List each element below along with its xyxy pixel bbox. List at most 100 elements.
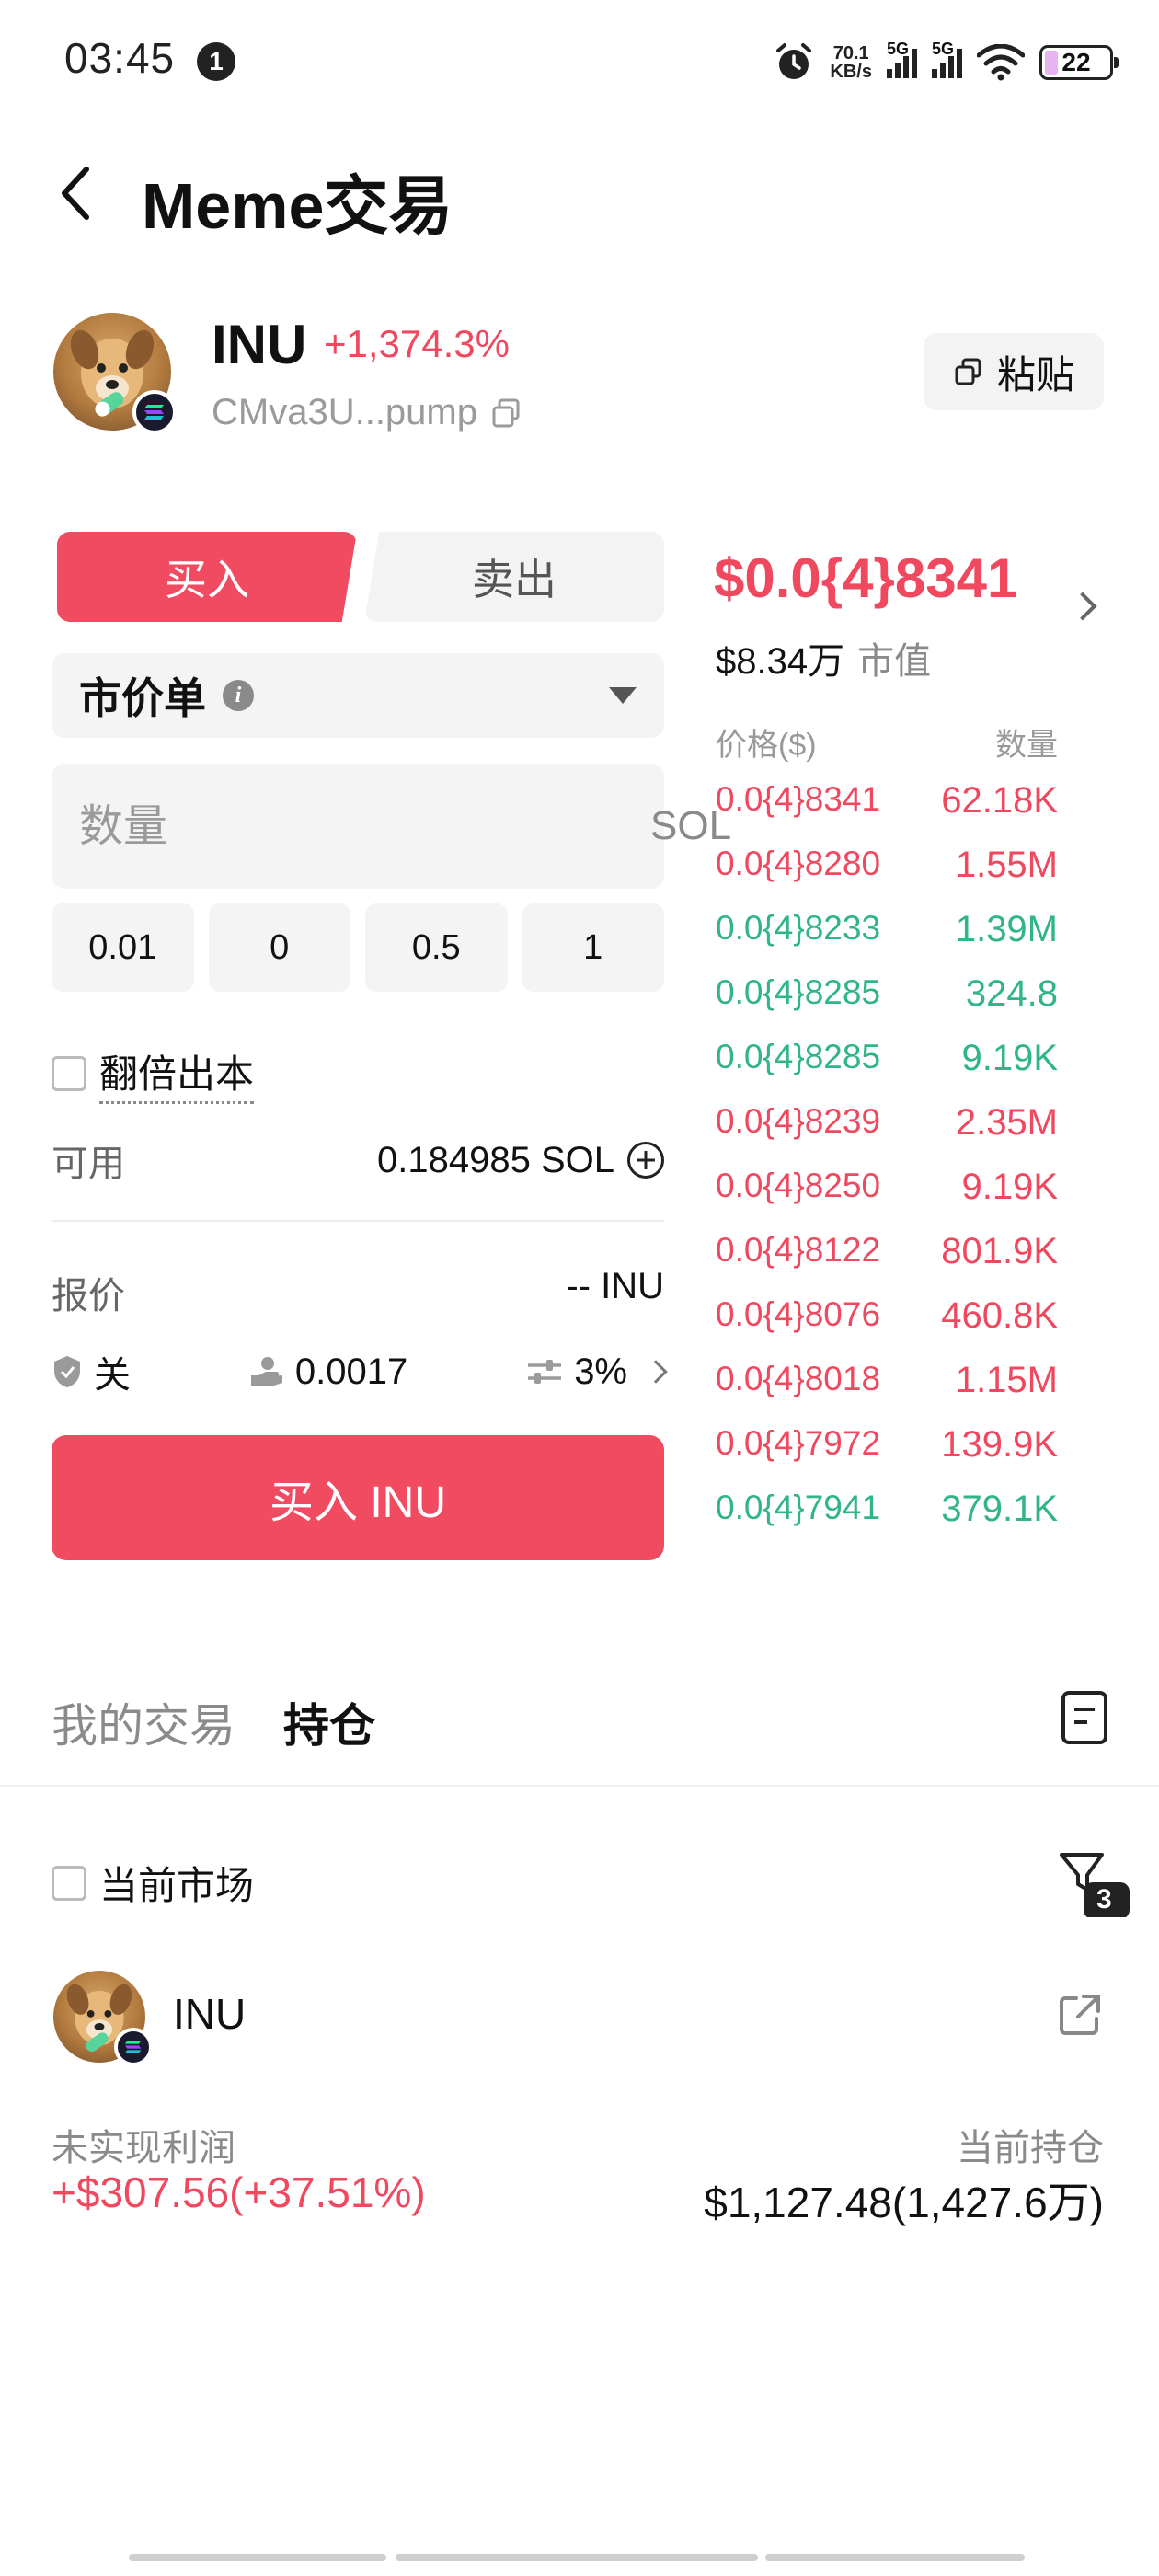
solana-badge-icon bbox=[132, 390, 177, 434]
order-book-qty-header: 数量 bbox=[995, 728, 1058, 763]
mev-protection[interactable]: 关 bbox=[52, 1345, 131, 1398]
tab-positions[interactable]: 持仓 bbox=[283, 1689, 375, 1755]
order-book-row[interactable]: 0.0{4}8341 62.18K bbox=[716, 780, 1058, 845]
order-book-row[interactable]: 0.0{4}8239 2.35M bbox=[716, 1102, 1058, 1167]
slippage-value: 3% bbox=[574, 1351, 627, 1392]
paste-icon bbox=[955, 358, 981, 385]
order-book-row[interactable]: 0.0{4}8076 460.8K bbox=[716, 1295, 1058, 1360]
info-icon[interactable]: i bbox=[223, 680, 254, 711]
order-book-row[interactable]: 0.0{4}7941 379.1K bbox=[716, 1489, 1058, 1553]
double-principal-checkbox[interactable] bbox=[52, 1056, 86, 1091]
current-market-checkbox[interactable] bbox=[52, 1865, 86, 1901]
battery-level: 22 bbox=[1061, 48, 1091, 76]
token-symbol: INU bbox=[212, 314, 307, 375]
order-book-row[interactable]: 0.0{4}7972 139.9K bbox=[716, 1424, 1058, 1489]
trade-params-row[interactable]: 关 0.0017 3% bbox=[52, 1345, 668, 1398]
current-price: $0.0{4}8341 bbox=[714, 547, 1018, 609]
order-book-row[interactable]: 0.0{4}8122 801.9K bbox=[716, 1231, 1058, 1295]
sliders-icon bbox=[528, 1360, 562, 1384]
signal-label-2: 5G bbox=[932, 40, 955, 58]
unrealized-pnl-label: 未实现利润 bbox=[52, 2128, 235, 2168]
order-book-row[interactable]: 0.0{4}8285 9.19K bbox=[716, 1038, 1058, 1102]
market-cap: $8.34万 市值 bbox=[716, 631, 931, 684]
gas-icon bbox=[250, 1357, 282, 1386]
dropdown-caret-icon bbox=[609, 687, 637, 704]
home-indicator bbox=[765, 2554, 1025, 2561]
paste-button[interactable]: 粘贴 bbox=[924, 333, 1104, 410]
copy-icon[interactable] bbox=[490, 397, 523, 430]
shield-icon bbox=[54, 1356, 80, 1387]
net-speed: 70.1 KB/s bbox=[830, 44, 872, 81]
available-value-group: 0.184985 SOL bbox=[377, 1140, 664, 1181]
order-book-qty: 324.8 bbox=[965, 973, 1058, 1014]
position-symbol[interactable]: INU bbox=[173, 1989, 246, 2039]
net-speed-unit: KB/s bbox=[830, 62, 872, 82]
order-book-price: 0.0{4}8076 bbox=[716, 1295, 881, 1333]
holding-value: $1,127.48(1,427.6万) bbox=[704, 2179, 1104, 2226]
order-book-qty: 1.15M bbox=[955, 1360, 1058, 1400]
status-time: 03:45 bbox=[64, 34, 176, 82]
slippage-setting[interactable]: 3% bbox=[526, 1351, 668, 1393]
current-market-filter[interactable]: 当前市场 bbox=[52, 1855, 254, 1911]
order-book-header: 价格($) 数量 bbox=[716, 719, 1058, 765]
tab-sell[interactable]: 卖出 bbox=[364, 532, 664, 622]
back-arrow-icon[interactable] bbox=[52, 156, 107, 230]
external-link-icon[interactable] bbox=[1058, 1993, 1102, 2037]
order-book-price: 0.0{4}8018 bbox=[716, 1360, 881, 1397]
token-change: +1,374.3% bbox=[324, 322, 511, 365]
order-book-price: 0.0{4}7972 bbox=[716, 1424, 881, 1462]
order-book-row[interactable]: 0.0{4}8018 1.15M bbox=[716, 1360, 1058, 1424]
amount-input[interactable] bbox=[79, 800, 650, 852]
add-funds-icon[interactable] bbox=[627, 1142, 664, 1179]
token-address[interactable]: CMva3U...pump bbox=[212, 392, 523, 433]
signal-icon-1: 5G bbox=[887, 40, 917, 78]
funnel-icon bbox=[1060, 1853, 1130, 1919]
wifi-icon bbox=[977, 44, 1025, 81]
order-book-price: 0.0{4}8285 bbox=[716, 973, 881, 1011]
available-label: 可用 bbox=[52, 1144, 125, 1184]
tab-my-trades[interactable]: 我的交易 bbox=[52, 1689, 235, 1755]
solana-badge-icon bbox=[114, 2028, 153, 2066]
amount-field[interactable]: SOL bbox=[52, 764, 731, 889]
order-book-list: 0.0{4}8341 62.18K 0.0{4}8280 1.55M 0.0{4}823… bbox=[716, 780, 1058, 1553]
buy-button[interactable]: 买入 INU bbox=[52, 1435, 664, 1560]
current-market-label: 当前市场 bbox=[99, 1864, 255, 1907]
order-book-qty: 460.8K bbox=[941, 1295, 1058, 1336]
order-book-qty: 379.1K bbox=[941, 1489, 1058, 1529]
order-book-price: 0.0{4}8250 bbox=[716, 1167, 881, 1204]
status-icons: 70.1 KB/s 5G 5G 22 bbox=[773, 37, 1119, 88]
order-book-price: 0.0{4}8341 bbox=[716, 780, 881, 818]
filter-icon[interactable]: 3 bbox=[1058, 1849, 1131, 1919]
notification-badge: 1 bbox=[197, 42, 235, 81]
order-book-row[interactable]: 0.0{4}8285 324.8 bbox=[716, 973, 1058, 1038]
quote-value: -- INU bbox=[566, 1266, 664, 1306]
chevron-right-icon[interactable] bbox=[1068, 592, 1097, 621]
preset-button[interactable]: 0.01 bbox=[52, 903, 194, 992]
document-icon[interactable] bbox=[1061, 1691, 1107, 1744]
holding-label: 当前持仓 bbox=[957, 2128, 1104, 2168]
order-book-qty: 9.19K bbox=[961, 1038, 1058, 1078]
order-book-row[interactable]: 0.0{4}8250 9.19K bbox=[716, 1167, 1058, 1231]
order-book-qty: 9.19K bbox=[961, 1167, 1058, 1207]
double-principal-option[interactable]: 翻倍出本 bbox=[52, 1043, 255, 1104]
divider bbox=[52, 1220, 664, 1222]
preset-button[interactable]: 0.5 bbox=[365, 903, 508, 992]
position-avatar bbox=[53, 1971, 153, 2066]
priority-fee[interactable]: 0.0017 bbox=[249, 1351, 407, 1393]
filter-count: 3 bbox=[1096, 1884, 1112, 1915]
market-cap-value: $8.34万 bbox=[716, 641, 845, 682]
tab-buy[interactable]: 买入 bbox=[57, 532, 357, 622]
order-type-label: 市价单 bbox=[79, 674, 206, 722]
order-book-row[interactable]: 0.0{4}8280 1.55M bbox=[716, 845, 1058, 909]
order-book-row[interactable]: 0.0{4}8233 1.39M bbox=[716, 909, 1058, 973]
available-value: 0.184985 SOL bbox=[377, 1139, 614, 1180]
preset-button[interactable]: 0 bbox=[208, 903, 350, 992]
order-book-price: 0.0{4}8280 bbox=[716, 845, 881, 882]
preset-button[interactable]: 1 bbox=[522, 903, 664, 992]
page-title: Meme交易 bbox=[142, 170, 453, 242]
order-book-price: 0.0{4}8239 bbox=[716, 1102, 881, 1140]
signal-icon-2: 5G bbox=[932, 40, 962, 78]
mev-value: 关 bbox=[94, 1355, 131, 1396]
net-speed-value: 70.1 bbox=[832, 43, 869, 63]
order-type-select[interactable]: 市价单 i bbox=[52, 653, 664, 738]
